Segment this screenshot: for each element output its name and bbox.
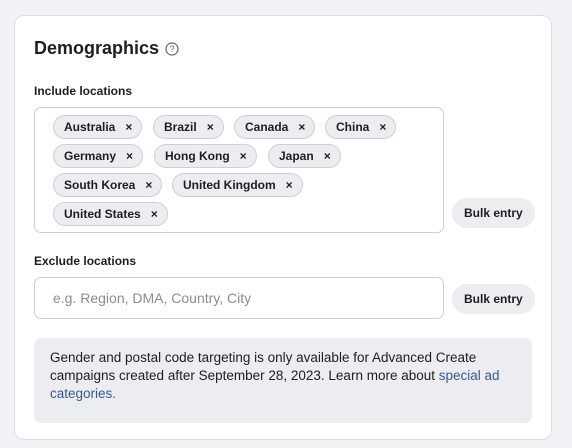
remove-icon[interactable]: × — [240, 150, 247, 162]
remove-icon[interactable]: × — [126, 150, 133, 162]
chip-label: Canada — [245, 120, 289, 134]
chip-label: Japan — [279, 149, 314, 163]
remove-icon[interactable]: × — [286, 179, 293, 191]
targeting-notice: Gender and postal code targeting is only… — [34, 338, 532, 423]
remove-icon[interactable]: × — [125, 121, 132, 133]
location-chip: Australia × — [53, 115, 143, 139]
remove-icon[interactable]: × — [379, 121, 386, 133]
location-chip: United Kingdom × — [172, 173, 303, 197]
location-chip: Japan × — [268, 144, 341, 168]
chip-label: Australia — [64, 120, 116, 134]
title-row: Demographics ? — [34, 38, 179, 59]
chip-label: United Kingdom — [183, 178, 276, 192]
chip-label: Brazil — [164, 120, 197, 134]
location-chip: Brazil × — [153, 115, 224, 139]
exclude-locations-input[interactable] — [34, 277, 444, 319]
location-chip: China × — [325, 115, 397, 139]
exclude-locations-label: Exclude locations — [34, 254, 137, 268]
notice-text: Gender and postal code targeting is only… — [50, 350, 477, 383]
help-icon[interactable]: ? — [165, 41, 179, 56]
include-bulk-entry-button[interactable]: Bulk entry — [452, 198, 535, 228]
remove-icon[interactable]: × — [207, 121, 214, 133]
location-chip: Hong Kong × — [154, 144, 257, 168]
section-title: Demographics — [34, 38, 160, 58]
location-chip: South Korea × — [53, 173, 163, 197]
location-chip: United States × — [53, 202, 168, 226]
chip-label: Germany — [64, 149, 117, 163]
chip-label: China — [336, 120, 370, 134]
chip-label: United States — [64, 207, 141, 221]
svg-text:?: ? — [170, 44, 175, 54]
exclude-bulk-entry-button[interactable]: Bulk entry — [452, 284, 535, 314]
include-locations-box[interactable]: Australia × Brazil × Canada × China × German… — [34, 107, 444, 233]
remove-icon[interactable]: × — [298, 121, 305, 133]
remove-icon[interactable]: × — [324, 150, 331, 162]
demographics-card: Demographics ? Include locations Austral… — [14, 15, 552, 440]
remove-icon[interactable]: × — [151, 208, 158, 220]
remove-icon[interactable]: × — [145, 179, 152, 191]
chip-label: Hong Kong — [165, 149, 230, 163]
location-chip: Germany × — [53, 144, 144, 168]
include-locations-label: Include locations — [34, 84, 133, 98]
location-chip: Canada × — [234, 115, 316, 139]
chip-label: South Korea — [64, 178, 136, 192]
